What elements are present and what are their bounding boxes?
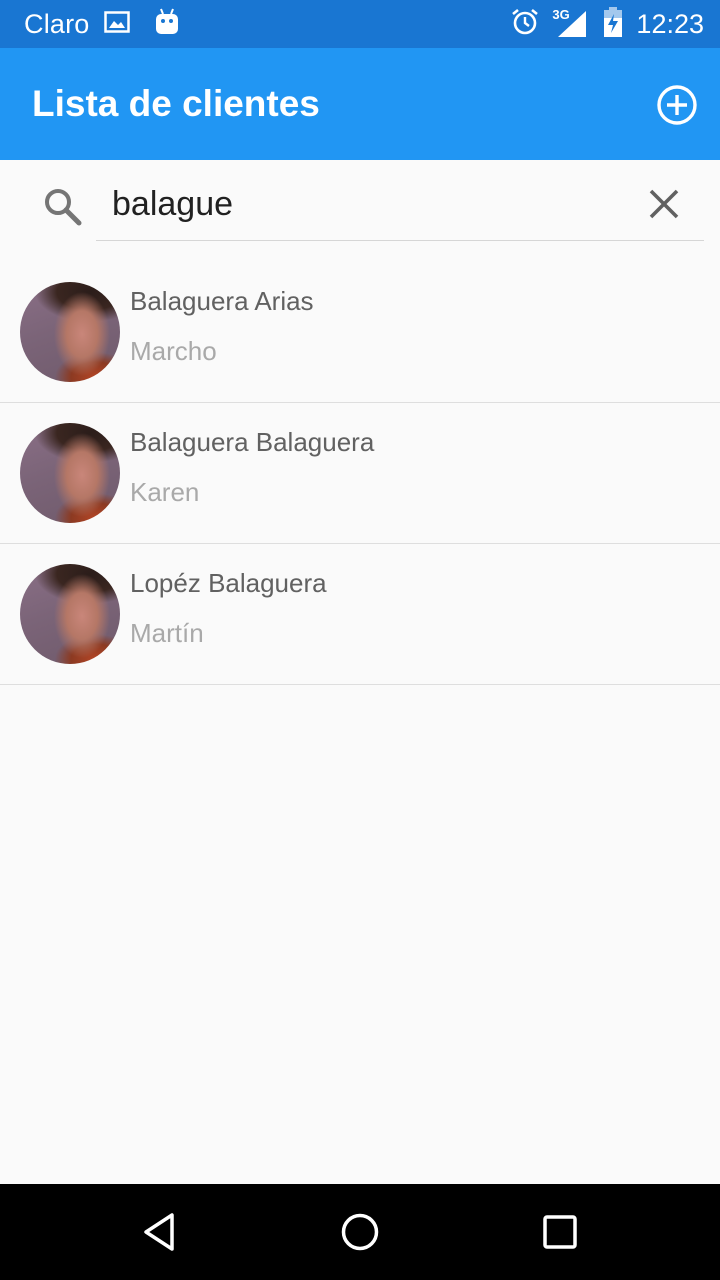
add-client-button[interactable]: [654, 82, 700, 128]
clock: 12:23: [636, 8, 704, 39]
avatar: [20, 423, 120, 523]
search-icon: [42, 186, 84, 228]
battery-charging-icon: [602, 6, 624, 42]
app-bar: Lista de clientes: [0, 48, 720, 160]
navigation-bar: [0, 1184, 720, 1280]
client-last-name: Balaguera Balaguera: [130, 427, 375, 457]
carrier-label: Claro: [24, 8, 90, 39]
signal-icon: 3G: [552, 7, 588, 41]
search-bar: [0, 160, 720, 244]
image-notification-icon: [103, 10, 130, 38]
recents-icon: [543, 1215, 577, 1249]
alarm-icon: [510, 7, 540, 41]
home-icon: [341, 1213, 379, 1251]
home-button[interactable]: [336, 1208, 384, 1256]
client-first-name: Karen: [130, 477, 200, 507]
client-list-item[interactable]: Balaguera Balaguera Karen: [0, 403, 720, 544]
clear-search-button[interactable]: [644, 184, 684, 224]
client-last-name: Lopéz Balaguera: [130, 568, 327, 598]
avatar: [20, 282, 120, 382]
status-left: Claro: [24, 0, 180, 48]
close-icon: [649, 189, 679, 219]
client-first-name: Martín: [130, 618, 204, 648]
back-icon: [144, 1213, 174, 1251]
client-first-name: Marcho: [130, 336, 217, 366]
avatar: [20, 564, 120, 664]
back-button[interactable]: [136, 1208, 184, 1256]
search-input[interactable]: [96, 174, 642, 234]
android-debug-icon: [154, 8, 180, 40]
client-list: Balaguera Arias Marcho Balaguera Balague…: [0, 262, 720, 685]
recents-button[interactable]: [536, 1208, 584, 1256]
client-list-item[interactable]: Balaguera Arias Marcho: [0, 262, 720, 403]
add-circle-icon: [657, 85, 697, 125]
status-right: 3G 12:23: [510, 0, 704, 48]
client-list-item[interactable]: Lopéz Balaguera Martín: [0, 544, 720, 685]
screen: Claro 3G 12:23 Lista de clientes balague…: [0, 0, 720, 1280]
client-last-name: Balaguera Arias: [130, 286, 314, 316]
network-type-label: 3G: [552, 7, 570, 22]
page-title: Lista de clientes: [32, 83, 320, 124]
search-underline: [96, 240, 704, 241]
status-bar: Claro 3G 12:23: [0, 0, 720, 48]
